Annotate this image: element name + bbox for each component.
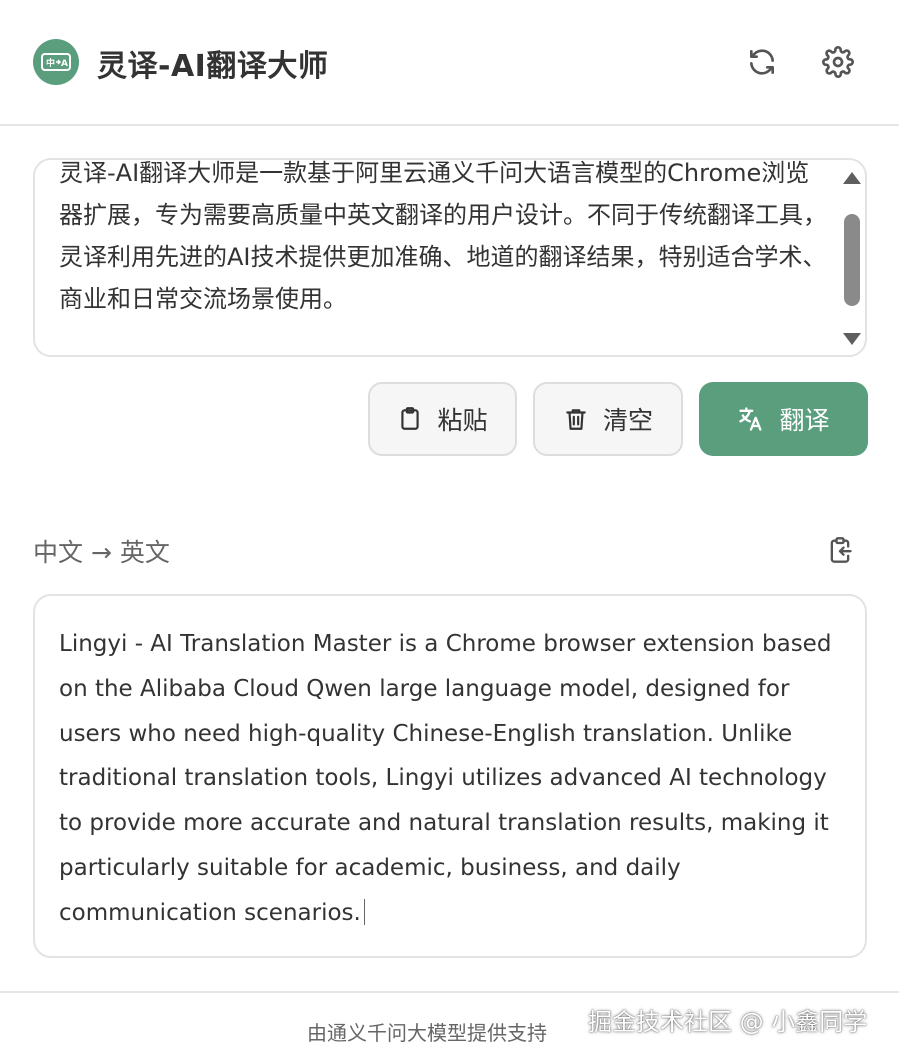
translation-result-content: Lingyi - AI Translation Master is a Chro… bbox=[59, 631, 832, 926]
svg-text:A: A bbox=[61, 59, 68, 69]
source-text-viewport: 灵译-AI翻译大师是一款基于阿里云通义千问大语言模型的Chrome浏览器扩展，专… bbox=[35, 160, 835, 355]
translation-result-box[interactable]: Lingyi - AI Translation Master is a Chro… bbox=[33, 594, 867, 958]
input-scrollbar[interactable] bbox=[835, 160, 865, 355]
translate-logo-icon: 中 A bbox=[33, 39, 79, 85]
powered-by-text: 由通义千问大模型提供支持 bbox=[307, 1021, 547, 1045]
clear-button[interactable]: 清空 bbox=[533, 382, 683, 456]
translator-popup: 中 A 灵译-AI翻译大师 灵译-AI翻译大师是一款基于阿里云通义千问大语言模型… bbox=[0, 0, 899, 1059]
app-title: 灵译-AI翻译大师 bbox=[97, 49, 329, 84]
source-text-input[interactable]: 灵译-AI翻译大师是一款基于阿里云通义千问大语言模型的Chrome浏览器扩展，专… bbox=[33, 158, 867, 357]
gear-icon bbox=[822, 46, 854, 78]
text-cursor bbox=[363, 898, 365, 925]
copy-result-button[interactable] bbox=[820, 530, 860, 570]
refresh-button[interactable] bbox=[740, 40, 784, 84]
clipboard-copy-icon bbox=[830, 537, 852, 563]
language-direction: 中文 → 英文 bbox=[33, 538, 170, 567]
translation-result-text: Lingyi - AI Translation Master is a Chro… bbox=[59, 622, 844, 936]
clipboard-icon bbox=[401, 407, 420, 430]
trash-icon bbox=[566, 409, 586, 430]
scrollbar-thumb[interactable] bbox=[844, 214, 860, 306]
header: 中 A 灵译-AI翻译大师 bbox=[0, 0, 899, 126]
watermark: 掘金技术社区 @ 小鑫同学 bbox=[588, 1008, 868, 1036]
settings-button[interactable] bbox=[816, 40, 860, 84]
clear-button-label: 清空 bbox=[602, 406, 653, 435]
translate-icon bbox=[739, 407, 762, 431]
source-text: 灵译-AI翻译大师是一款基于阿里云通义千问大语言模型的Chrome浏览器扩展，专… bbox=[59, 160, 827, 313]
scroll-down-arrow-icon[interactable] bbox=[843, 333, 861, 345]
translate-button-label: 翻译 bbox=[779, 406, 830, 435]
paste-button-label: 粘贴 bbox=[437, 406, 488, 435]
refresh-icon bbox=[750, 49, 774, 75]
scroll-up-arrow-icon[interactable] bbox=[843, 172, 861, 184]
svg-text:中: 中 bbox=[46, 57, 55, 69]
translate-button[interactable]: 翻译 bbox=[699, 382, 868, 456]
paste-button[interactable]: 粘贴 bbox=[368, 382, 517, 456]
